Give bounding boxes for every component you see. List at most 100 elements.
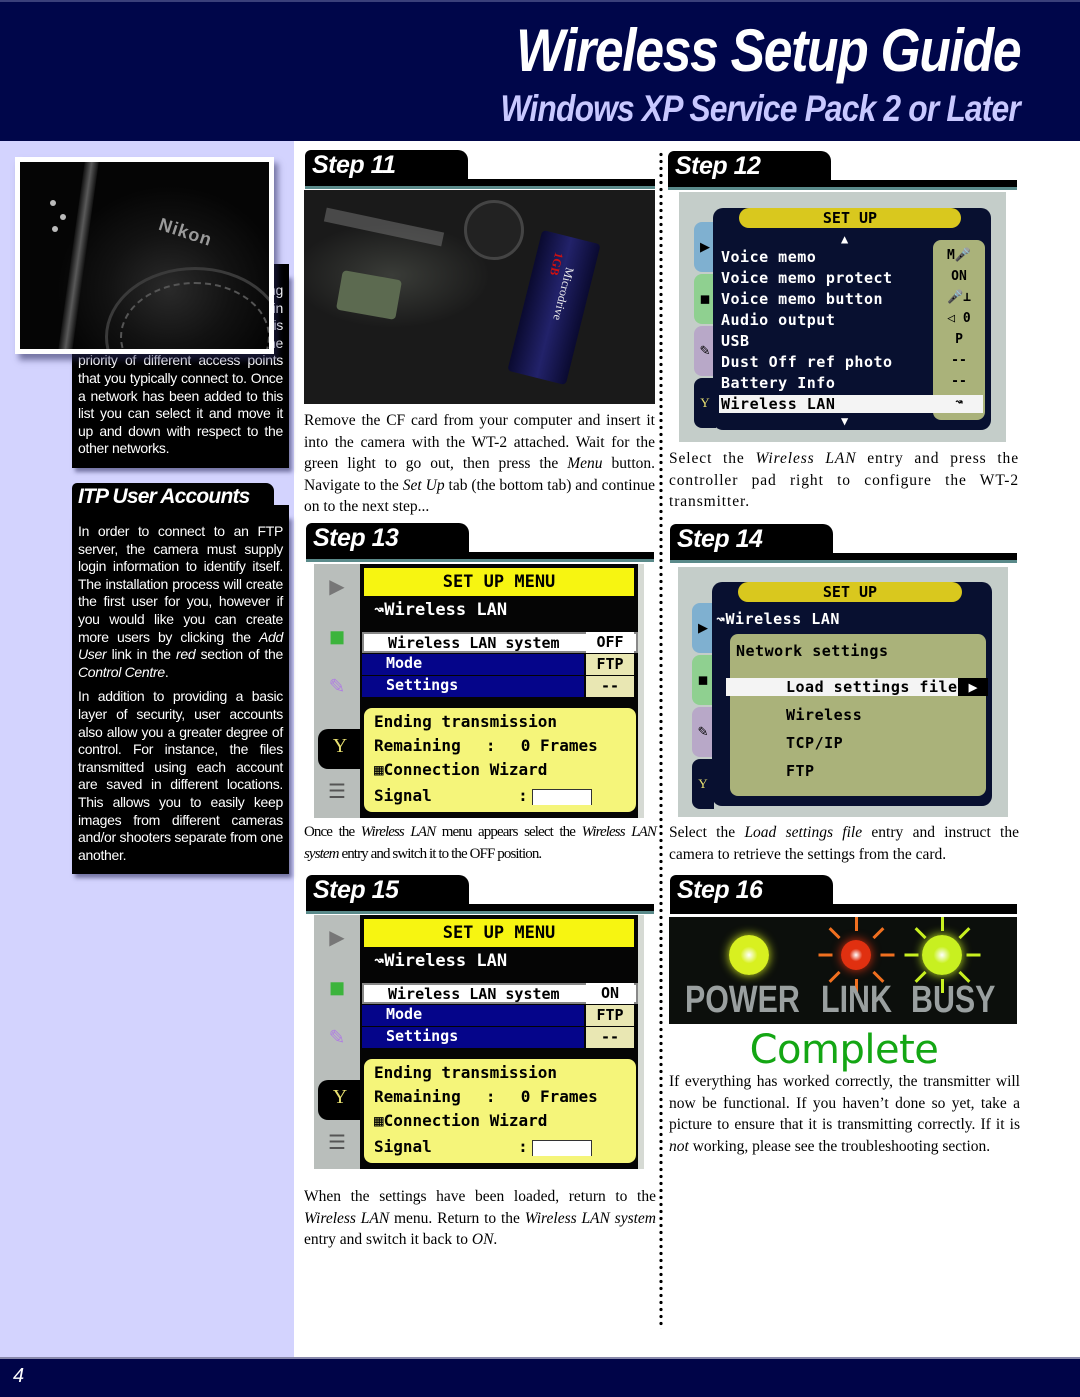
led-glow-ray (818, 953, 832, 957)
wireless-lan-menu-row[interactable]: Mode (362, 1005, 584, 1026)
setup-menu-item[interactable]: Battery Info (719, 374, 835, 392)
ending-transmission-text: Ending transmission (374, 712, 558, 731)
menu-list-tab-icon: ☰ (328, 1132, 346, 1154)
setup-menu-item[interactable]: Audio output (719, 311, 835, 329)
step-16-header: Step 16 (670, 875, 1017, 914)
setup-menu-item-value: ◁ 0 (947, 311, 971, 326)
wireless-lan-menu-row[interactable]: Settings (362, 1027, 584, 1048)
wireless-icon: ↝ (374, 600, 385, 620)
wireless-lan-menu-row[interactable]: Settings (362, 676, 584, 697)
playback-tab-icon: ▶ (692, 603, 714, 653)
connection-wizard-row: ▦Connection Wizard (374, 1111, 548, 1130)
step-15-header: Step 15 (306, 875, 654, 914)
network-settings-item[interactable]: Load settings file (726, 678, 978, 696)
setup-menu-item-value: M🎤 (946, 248, 971, 263)
row-label: Mode (386, 654, 423, 672)
setup-menu-item-value: -- (951, 374, 967, 389)
setup-menu-item[interactable]: Voice memo protect (719, 269, 893, 287)
step-16-text: If everything has worked correctly, the … (669, 1073, 1020, 1155)
wireless-lan-submenu: ↝Wireless LAN (716, 610, 840, 628)
step-14-screen: ▶ ◼ ✎ Y SET UP ↝Wireless LAN Network set… (678, 567, 1008, 817)
setup-menu-item-value: P (955, 332, 963, 347)
signal-row: Signal: (374, 786, 592, 805)
signal-strength-box (531, 788, 592, 805)
pencil-tab-icon: ✎ (692, 707, 714, 757)
page-title: Wireless Setup Guide (515, 17, 1022, 84)
wizard-icon: ▦ (374, 760, 384, 779)
led-glow-ray (904, 953, 918, 957)
setup-menu-item[interactable]: Dust Off ref photo (719, 353, 893, 371)
step-13-header: Step 13 (306, 523, 654, 562)
led-link (841, 940, 871, 970)
setup-menu-item-value: 🎤⊥ (946, 290, 971, 305)
remaining-row: Remaining:0 Frames (374, 1087, 598, 1106)
led-busy (922, 935, 962, 975)
led-power (729, 935, 769, 975)
step-14-text: Select the Load settings file entry and … (669, 824, 1019, 863)
led-glow-ray (966, 953, 980, 957)
row-label: Wireless LAN system (388, 634, 560, 652)
row-value: -- (586, 676, 634, 697)
camera-photo-frame: Nikon (15, 157, 274, 354)
step-11-text: Remove the CF card from your computer an… (304, 412, 655, 515)
setup-menu-title: SET UP (739, 208, 961, 228)
remaining-row: Remaining:0 Frames (374, 736, 598, 755)
led-glow-ray (880, 953, 894, 957)
row-value: -- (586, 1027, 634, 1048)
camera-tab-icon: ◼ (692, 655, 714, 705)
wt2-status-leds: POWER LINK BUSY (669, 917, 1017, 1024)
itp-paragraph-2: In addition to providing a basic layer o… (78, 688, 283, 863)
wrench-tab-icon: Y (692, 759, 714, 809)
pencil-tab-icon: ✎ (328, 676, 346, 698)
led-label: LINK (821, 979, 892, 1021)
row-value: FTP (586, 654, 634, 675)
led-label: BUSY (911, 979, 996, 1021)
row-label: Settings (386, 1027, 459, 1045)
camera-photo: Nikon (20, 162, 269, 349)
led-glow-ray (871, 927, 884, 940)
playback-tab-icon: ▶ (329, 576, 345, 598)
network-settings-panel: Network settings Load settings file ▶ Wire… (726, 634, 988, 796)
itp-user-accounts-heading: ITP User Accounts (72, 483, 289, 515)
step-14-label: Step 14 (670, 524, 833, 560)
menu-list-tab-icon: ☰ (328, 781, 346, 803)
wizard-icon: ▦ (374, 1111, 384, 1130)
itp-user-accounts-box: ITP User Accounts In order to connect to… (72, 483, 289, 875)
network-settings-item[interactable]: FTP (786, 762, 815, 780)
network-settings-item[interactable]: Wireless (786, 706, 862, 724)
step-13-label: Step 13 (306, 523, 469, 559)
network-settings-item[interactable]: TCP/IP (786, 734, 843, 752)
chevron-right-icon: ▶ (958, 678, 988, 696)
step-11-photo: 1GB Microdrive (304, 190, 655, 404)
transmission-info-panel: Ending transmission Remaining:0 Frames ▦Co… (364, 708, 636, 812)
step-12-screen: ▶ ◼ ✎ Y SET UP ▲ Voice memo Voice memo pr… (679, 192, 1006, 442)
setup-menu-item[interactable]: Voice memo button (719, 290, 883, 308)
setup-menu-item-value: ON (951, 269, 967, 284)
page-header: Wireless Setup Guide Windows XP Service … (0, 0, 1080, 141)
ending-transmission-text: Ending transmission (374, 1063, 558, 1082)
led-glow-ray (957, 927, 970, 940)
wireless-lan-submenu: ↝Wireless LAN (374, 600, 508, 620)
step-12-header: Step 12 (668, 151, 1017, 190)
itp-paragraph-1: In order to connect to an FTP server, th… (78, 523, 283, 680)
complete-heading: Complete (749, 1027, 939, 1073)
led-glow-ray (828, 927, 841, 940)
scroll-up-icon: ▲ (841, 232, 849, 246)
step-15-screen: ▶ ◼ ✎ Y ☰ SET UP MENU ↝Wireless LAN Wireless LA… (314, 915, 644, 1169)
step-16-label: Step 16 (670, 875, 833, 911)
signal-row: Signal: (374, 1137, 592, 1156)
step-13-text: Once the Wireless LAN menu appears selec… (304, 824, 657, 862)
wireless-lan-menu-row[interactable]: Mode (362, 654, 584, 675)
setup-menu-title: SET UP (738, 582, 962, 602)
setup-menu-title: SET UP MENU (364, 568, 634, 596)
row-label: Mode (386, 1005, 423, 1023)
step-14-header: Step 14 (670, 524, 1017, 563)
row-value: FTP (586, 1005, 634, 1026)
page-footer: 4 (0, 1357, 1080, 1397)
step-11-label: Step 11 (305, 150, 468, 186)
step-15-label: Step 15 (306, 875, 469, 911)
led-glow-ray (914, 927, 927, 940)
setup-menu-item[interactable]: USB (719, 332, 750, 350)
setup-menu-item[interactable]: Voice memo (719, 248, 816, 266)
wireless-icon: ↝ (374, 951, 385, 971)
